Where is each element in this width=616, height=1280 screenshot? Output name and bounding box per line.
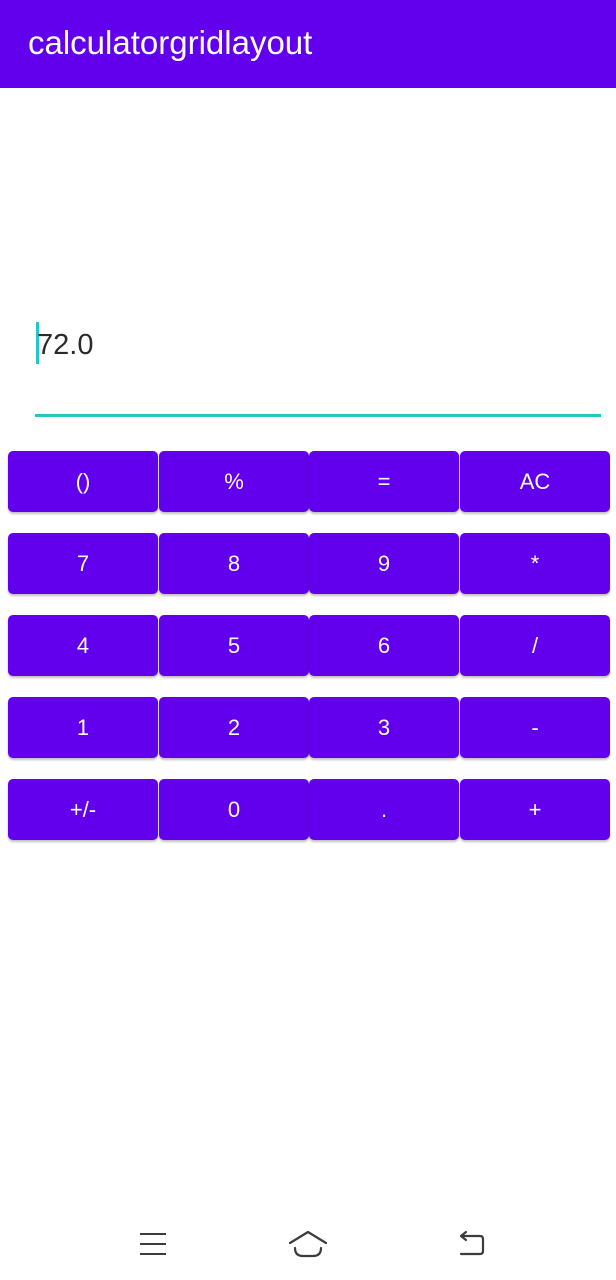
key-decimal[interactable]: . — [309, 779, 459, 840]
back-icon — [459, 1230, 485, 1256]
key-equals[interactable]: = — [309, 451, 459, 512]
key-0[interactable]: 0 — [159, 779, 309, 840]
key-percent[interactable]: % — [159, 451, 309, 512]
key-toggle-sign[interactable]: +/- — [8, 779, 158, 840]
key-4[interactable]: 4 — [8, 615, 158, 676]
recent-apps-button[interactable] — [130, 1224, 176, 1264]
key-2[interactable]: 2 — [159, 697, 309, 758]
home-icon — [288, 1230, 328, 1258]
menu-icon — [140, 1233, 166, 1255]
key-3[interactable]: 3 — [309, 697, 459, 758]
key-parentheses[interactable]: () — [8, 451, 158, 512]
home-button[interactable] — [285, 1224, 331, 1264]
key-1[interactable]: 1 — [8, 697, 158, 758]
key-8[interactable]: 8 — [159, 533, 309, 594]
key-multiply[interactable]: * — [460, 533, 610, 594]
key-add[interactable]: + — [460, 779, 610, 840]
key-7[interactable]: 7 — [8, 533, 158, 594]
key-5[interactable]: 5 — [159, 615, 309, 676]
key-divide[interactable]: / — [460, 615, 610, 676]
key-9[interactable]: 9 — [309, 533, 459, 594]
system-nav-bar — [0, 1212, 616, 1280]
back-button[interactable] — [447, 1224, 493, 1264]
keypad: () % = AC 7 8 9 * 4 5 6 / 1 2 3 - +/- 0 … — [0, 0, 616, 1280]
key-subtract[interactable]: - — [460, 697, 610, 758]
key-6[interactable]: 6 — [309, 615, 459, 676]
key-all-clear[interactable]: AC — [460, 451, 610, 512]
